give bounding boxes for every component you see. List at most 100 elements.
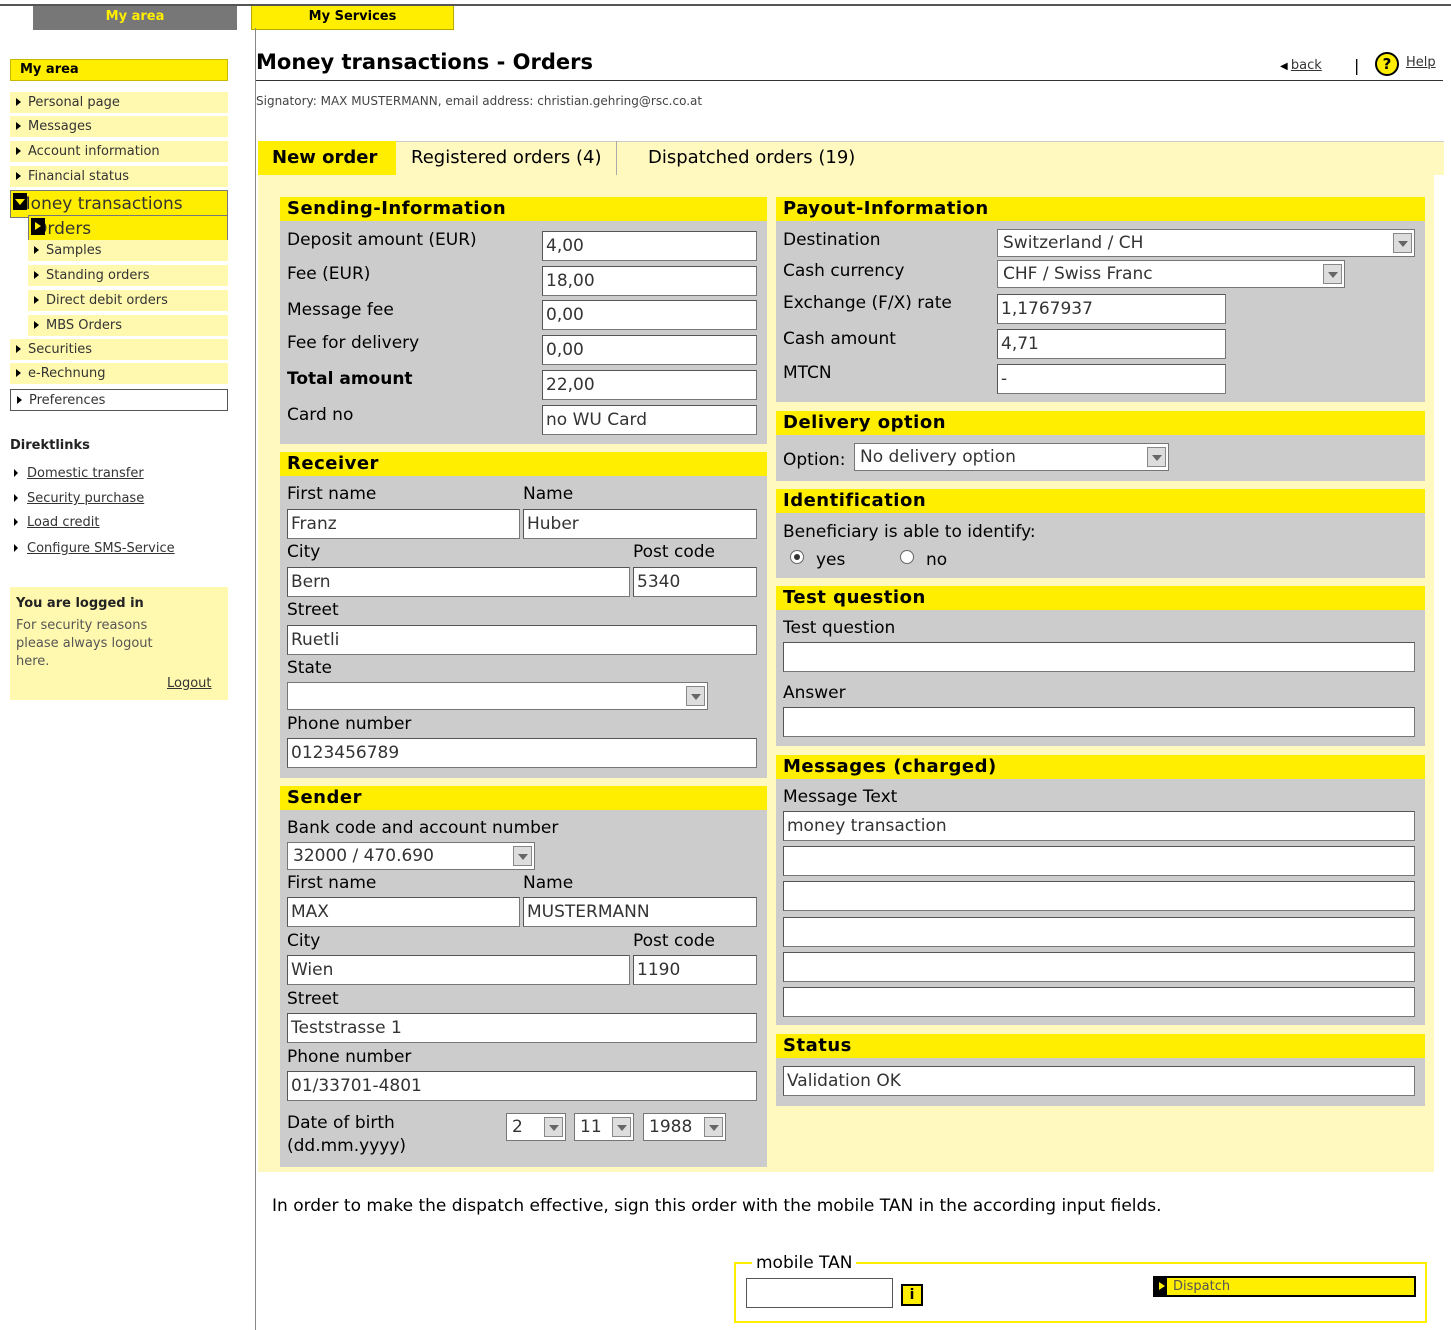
sender-first-name-field[interactable]: MAX xyxy=(287,897,520,927)
total-amount-field[interactable]: 22,00 xyxy=(542,370,757,400)
message-line-1[interactable]: money transaction xyxy=(783,811,1415,841)
sender-postcode-field[interactable]: 1190 xyxy=(633,955,757,985)
logged-in-box: You are logged in For security reasons p… xyxy=(10,587,228,700)
help-link[interactable]: Help xyxy=(1406,55,1436,70)
delivery-fee-field[interactable]: 0,00 xyxy=(542,335,757,365)
sidebar-item-label: MBS Orders xyxy=(46,318,123,333)
date-of-birth-label: Date of birth xyxy=(287,1113,395,1133)
identify-no-radio[interactable] xyxy=(900,550,914,564)
dob-month-select[interactable]: 11 xyxy=(574,1113,634,1141)
help-icon[interactable]: ? xyxy=(1375,52,1399,76)
direktlink-label[interactable]: Security purchase xyxy=(27,491,144,506)
logout-link[interactable]: Logout xyxy=(167,675,212,693)
message-line-2[interactable] xyxy=(783,846,1415,876)
identify-yes-radio[interactable] xyxy=(790,550,804,564)
card-no-label: Card no xyxy=(287,405,354,425)
fee-field[interactable]: 18,00 xyxy=(542,266,757,296)
sidebar-item-standing-orders[interactable]: Standing orders xyxy=(28,265,228,286)
dispatch-button[interactable]: Dispatch xyxy=(1153,1276,1416,1297)
caret-right-icon xyxy=(14,469,18,477)
mtcn-label: MTCN xyxy=(783,363,832,383)
sidebar-item-label: Messages xyxy=(28,119,92,134)
delivery-option-label: Option: xyxy=(783,450,846,470)
tab-registered-orders[interactable]: Registered orders (4) xyxy=(397,141,617,175)
info-icon[interactable]: i xyxy=(901,1284,923,1306)
identify-question: Beneficiary is able to identify: xyxy=(783,522,1036,542)
mtcn-field[interactable]: - xyxy=(997,364,1226,394)
bank-account-select[interactable]: 32000 / 470.690 xyxy=(287,842,535,870)
caret-right-icon xyxy=(17,396,22,404)
receiver-state-select[interactable] xyxy=(287,682,708,710)
sidebar-item-account-information[interactable]: Account information xyxy=(10,141,228,162)
direktlink-label[interactable]: Domestic transfer xyxy=(27,466,144,481)
message-line-5[interactable] xyxy=(783,952,1415,982)
deposit-amount-field[interactable]: 4,00 xyxy=(542,231,757,261)
sender-city-field[interactable]: Wien xyxy=(287,955,630,985)
receiver-name-field[interactable]: Huber xyxy=(523,509,757,539)
sidebar-item-financial-status[interactable]: Financial status xyxy=(10,166,228,187)
exchange-rate-field[interactable]: 1,1767937 xyxy=(997,294,1226,324)
date-of-birth-format: (dd.mm.yyyy) xyxy=(287,1136,407,1156)
sidebar-item-samples[interactable]: Samples xyxy=(28,240,228,261)
back-link[interactable]: ◀ back xyxy=(1280,58,1322,73)
topnav-my-services[interactable]: My Services xyxy=(251,6,454,30)
payout-information-panel: Payout-Information Destination Switzerla… xyxy=(776,197,1425,402)
direktlink-label[interactable]: Configure SMS-Service xyxy=(27,541,175,556)
sidebar-item-mbs-orders[interactable]: MBS Orders xyxy=(28,315,228,336)
receiver-name-label: Name xyxy=(523,484,574,504)
sidebar-item-messages[interactable]: Messages xyxy=(10,116,228,137)
message-line-4[interactable] xyxy=(783,917,1415,947)
card-no-field[interactable]: no WU Card xyxy=(542,405,757,435)
message-fee-field[interactable]: 0,00 xyxy=(542,300,757,330)
direktlink-configure-sms[interactable]: Configure SMS-Service xyxy=(14,541,175,556)
message-line-3[interactable] xyxy=(783,881,1415,911)
identification-panel: Identification Beneficiary is able to id… xyxy=(776,489,1425,578)
sender-panel: Sender Bank code and account number 3200… xyxy=(280,786,767,1167)
sender-street-label: Street xyxy=(287,989,339,1009)
topnav-my-area[interactable]: My area xyxy=(33,6,237,30)
sidebar-item-personal-page[interactable]: Personal page xyxy=(10,92,228,113)
sender-street-field[interactable]: Teststrasse 1 xyxy=(287,1013,757,1043)
caret-right-icon xyxy=(16,345,21,353)
sidebar-item-orders[interactable]: Orders xyxy=(28,215,228,243)
panel-heading: Sending-Information xyxy=(280,197,767,221)
destination-select[interactable]: Switzerland / CH xyxy=(997,229,1415,257)
tab-new-order[interactable]: New order xyxy=(258,141,396,175)
delivery-fee-label: Fee for delivery xyxy=(287,333,420,353)
receiver-street-field[interactable]: Ruetli xyxy=(287,625,757,655)
panel-heading: Sender xyxy=(280,786,767,810)
sidebar-heading: My area xyxy=(10,59,228,81)
sidebar-item-money-transactions[interactable]: Money transactions xyxy=(10,190,228,218)
receiver-phone-field[interactable]: 0123456789 xyxy=(287,738,757,768)
sender-name-field[interactable]: MUSTERMANN xyxy=(523,897,757,927)
dob-year-select[interactable]: 1988 xyxy=(643,1113,726,1141)
sender-phone-field[interactable]: 01/33701-4801 xyxy=(287,1071,757,1101)
sidebar-item-e-rechnung[interactable]: e-Rechnung xyxy=(10,363,228,384)
sidebar-item-preferences[interactable]: Preferences xyxy=(10,389,228,411)
direktlink-load-credit[interactable]: Load credit xyxy=(14,515,99,530)
test-question-field[interactable] xyxy=(783,642,1415,672)
receiver-state-label: State xyxy=(287,658,332,678)
back-label[interactable]: back xyxy=(1291,58,1322,73)
direktlink-label[interactable]: Load credit xyxy=(27,515,99,530)
receiver-postcode-field[interactable]: 5340 xyxy=(633,567,757,597)
panel-heading: Identification xyxy=(776,489,1425,513)
cash-amount-field[interactable]: 4,71 xyxy=(997,329,1226,359)
tab-dispatched-orders[interactable]: Dispatched orders (19) xyxy=(634,141,869,175)
dob-day-select[interactable]: 2 xyxy=(506,1113,566,1141)
caret-right-icon xyxy=(16,98,21,106)
chevron-down-icon xyxy=(1323,264,1342,284)
answer-field[interactable] xyxy=(783,707,1415,737)
mobile-tan-input[interactable] xyxy=(746,1278,893,1308)
message-line-6[interactable] xyxy=(783,987,1415,1017)
chevron-down-icon xyxy=(704,1117,723,1137)
chevron-down-icon xyxy=(686,686,705,706)
cash-currency-select[interactable]: CHF / Swiss Franc xyxy=(997,260,1345,288)
sidebar-item-securities[interactable]: Securities xyxy=(10,339,228,360)
direktlink-domestic-transfer[interactable]: Domestic transfer xyxy=(14,466,144,481)
direktlink-security-purchase[interactable]: Security purchase xyxy=(14,491,144,506)
receiver-city-field[interactable]: Bern xyxy=(287,567,630,597)
sidebar-item-direct-debit-orders[interactable]: Direct debit orders xyxy=(28,290,228,311)
receiver-first-name-field[interactable]: Franz xyxy=(287,509,520,539)
delivery-option-select[interactable]: No delivery option xyxy=(854,443,1169,471)
